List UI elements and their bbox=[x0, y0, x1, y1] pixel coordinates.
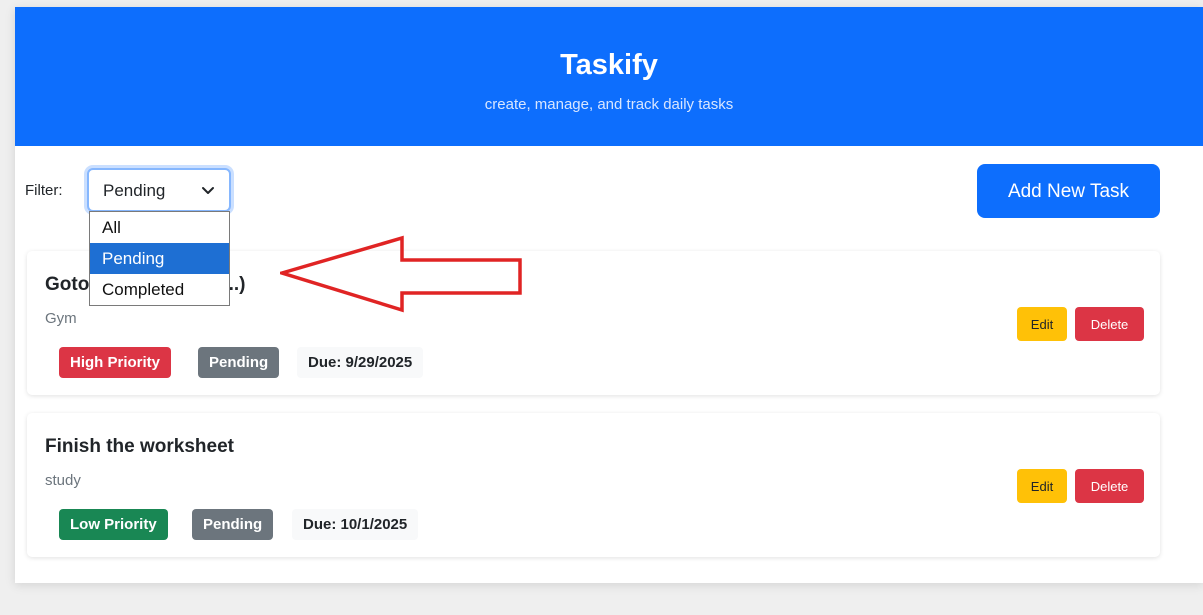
filter-select[interactable]: Pending bbox=[87, 168, 231, 212]
filter-option-pending[interactable]: Pending bbox=[90, 243, 229, 274]
app-title: Taskify bbox=[560, 49, 658, 81]
edit-button[interactable]: Edit bbox=[1017, 469, 1067, 503]
task-title: Finish the worksheet bbox=[45, 436, 234, 457]
priority-badge: Low Priority bbox=[59, 509, 168, 540]
due-date-badge: Due: 9/29/2025 bbox=[297, 347, 424, 378]
priority-badge: High Priority bbox=[59, 347, 172, 378]
task-description: Gym bbox=[45, 310, 77, 327]
task-description: study bbox=[45, 472, 81, 489]
status-badge: Pending bbox=[192, 509, 274, 540]
status-badge: Pending bbox=[198, 347, 280, 378]
filter-selected-value: Pending bbox=[103, 181, 166, 200]
filter-label: Filter: bbox=[25, 182, 63, 199]
add-new-task-button[interactable]: Add New Task bbox=[977, 164, 1160, 218]
task-title-start: Goto bbox=[45, 274, 90, 295]
delete-button[interactable]: Delete bbox=[1075, 307, 1144, 341]
filter-dropdown-menu: All Pending Completed bbox=[89, 211, 230, 306]
left-arrow-icon bbox=[280, 235, 522, 313]
task-card: Finish the worksheet study Low Priority … bbox=[27, 413, 1160, 557]
edit-button[interactable]: Edit bbox=[1017, 307, 1067, 341]
app-subtitle: create, manage, and track daily tasks bbox=[484, 96, 734, 113]
delete-button[interactable]: Delete bbox=[1075, 469, 1144, 503]
filter-option-completed[interactable]: Completed bbox=[90, 274, 229, 305]
due-date-badge: Due: 10/1/2025 bbox=[292, 509, 419, 540]
chevron-down-icon bbox=[202, 187, 214, 194]
filter-option-all[interactable]: All bbox=[90, 212, 229, 243]
app-header: Taskify create, manage, and track daily … bbox=[15, 7, 1203, 146]
